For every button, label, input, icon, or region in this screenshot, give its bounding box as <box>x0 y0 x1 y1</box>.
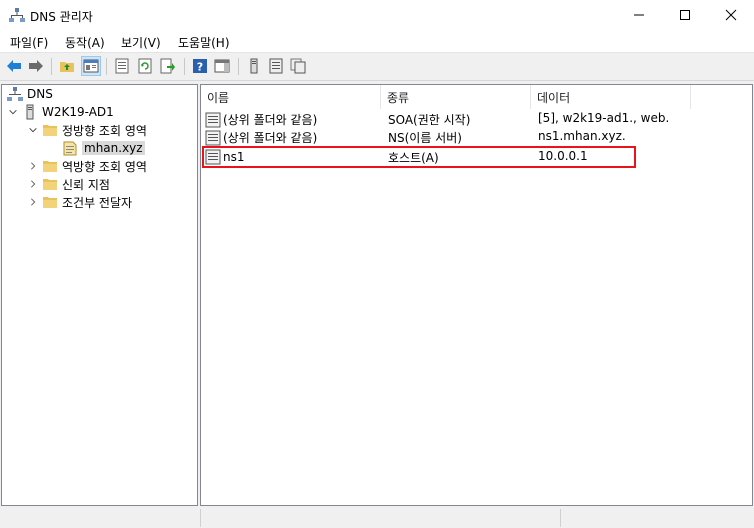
record-icon <box>205 112 221 128</box>
tree-label: 신뢰 지점 <box>62 177 110 192</box>
menu-file[interactable]: 파일(F) <box>10 34 48 51</box>
tree-item-trust-points[interactable]: 신뢰 지점 <box>27 175 110 193</box>
refresh-button[interactable] <box>136 57 154 75</box>
record-data: [5], w2k19-ad1., web. <box>538 111 670 125</box>
refresh-icon <box>138 58 152 74</box>
toolbar-separator <box>184 58 185 75</box>
tree-item-reverse-zones[interactable]: 역방향 조회 영역 <box>27 157 147 175</box>
export-list-button[interactable] <box>159 57 177 75</box>
up-folder-icon <box>60 62 74 72</box>
properties-button[interactable] <box>113 57 131 75</box>
properties-icon <box>115 58 129 74</box>
export-icon <box>160 58 175 74</box>
column-header-data[interactable]: 데이터 <box>531 85 691 109</box>
help-button[interactable]: ? <box>191 57 209 75</box>
toolbar-separator <box>238 58 239 75</box>
tree-label: 조건부 전달자 <box>62 195 133 210</box>
tree-label: 역방향 조회 영역 <box>62 159 147 174</box>
chevron-right-icon[interactable] <box>27 160 39 172</box>
tree-item-zone-mhan-xyz[interactable]: mhan.xyz <box>62 139 145 157</box>
toolbar-separator <box>51 58 52 75</box>
maximize-button[interactable] <box>662 0 708 30</box>
up-folder-button[interactable] <box>58 57 76 75</box>
help-icon: ? <box>193 59 207 74</box>
server-icon <box>22 104 38 120</box>
record-type: NS(이름 서버) <box>388 131 462 145</box>
tree-item-conditional-forwarders[interactable]: 조건부 전달자 <box>27 193 132 211</box>
menu-action[interactable]: 동작(A) <box>65 34 105 51</box>
toolbar-separator <box>106 58 107 75</box>
folder-icon <box>42 194 58 210</box>
record-icon <box>205 130 221 146</box>
table-row[interactable]: (상위 폴더와 같음) NS(이름 서버) ns1.mhan.xyz. <box>201 128 741 146</box>
copy-records-button[interactable] <box>289 57 307 75</box>
back-button[interactable] <box>5 57 23 75</box>
tree-item-dns[interactable]: DNS <box>7 85 53 103</box>
table-row[interactable]: (상위 폴더와 같음) SOA(권한 시작) [5], w2k19-ad1., … <box>201 110 741 128</box>
forward-arrow-icon <box>29 60 43 72</box>
toolbar: ? <box>0 53 754 81</box>
server-icon <box>250 58 258 74</box>
list-icon <box>269 58 283 74</box>
console-tree[interactable]: DNS W2K19-AD1 정방향 조회 영역 mhan.xyz 역방향 조회 … <box>1 84 198 506</box>
tree-label: DNS <box>27 87 53 101</box>
action-pane-button[interactable] <box>213 57 231 75</box>
console-tree-icon <box>83 59 99 73</box>
status-bar <box>0 506 754 528</box>
record-name: (상위 폴더와 같음) <box>223 113 318 127</box>
status-segment <box>200 509 401 527</box>
tree-item-server[interactable]: W2K19-AD1 <box>7 103 114 121</box>
zone-icon <box>62 140 78 156</box>
chevron-right-icon[interactable] <box>27 178 39 190</box>
close-icon <box>725 9 737 21</box>
maximize-icon <box>680 10 690 20</box>
status-segment <box>560 509 741 527</box>
tree-label: W2K19-AD1 <box>42 105 114 119</box>
highlight-box <box>202 146 636 168</box>
folder-icon <box>42 122 58 138</box>
folder-icon <box>42 158 58 174</box>
back-arrow-icon <box>7 60 21 72</box>
menu-bar: 파일(F) 동작(A) 보기(V) 도움말(H) <box>0 30 754 53</box>
minimize-button[interactable] <box>616 0 662 30</box>
chevron-down-icon[interactable] <box>27 124 39 136</box>
chevron-down-icon[interactable] <box>7 106 19 118</box>
dns-icon <box>7 86 23 102</box>
close-button[interactable] <box>708 0 754 30</box>
server-button[interactable] <box>245 57 263 75</box>
folder-icon <box>42 176 58 192</box>
tree-label: 정방향 조회 영역 <box>62 123 147 138</box>
window-title: DNS 관리자 <box>30 10 93 24</box>
record-type: SOA(권한 시작) <box>388 113 471 127</box>
record-data: ns1.mhan.xyz. <box>538 129 626 143</box>
zone-list-button[interactable] <box>267 57 285 75</box>
column-header-type[interactable]: 종류 <box>381 85 531 109</box>
menu-help[interactable]: 도움말(H) <box>178 34 230 51</box>
minimize-icon <box>634 14 644 16</box>
action-pane-icon <box>214 59 230 73</box>
tree-label: mhan.xyz <box>82 141 145 155</box>
chevron-right-icon[interactable] <box>27 196 39 208</box>
menu-view[interactable]: 보기(V) <box>121 34 161 51</box>
forward-button[interactable] <box>27 57 45 75</box>
copy-icon <box>290 58 306 74</box>
svg-text:?: ? <box>197 61 203 74</box>
tree-item-forward-zones[interactable]: 정방향 조회 영역 <box>27 121 147 139</box>
show-hide-tree-button[interactable] <box>81 56 101 76</box>
column-header-name[interactable]: 이름 <box>201 85 381 109</box>
title-bar[interactable]: DNS 관리자 <box>0 0 754 30</box>
dns-manager-icon <box>9 7 25 23</box>
records-list[interactable]: 이름 종류 데이터 (상위 폴더와 같음) SOA(권한 시작) [5], w2… <box>200 84 753 506</box>
record-name: (상위 폴더와 같음) <box>223 131 318 145</box>
